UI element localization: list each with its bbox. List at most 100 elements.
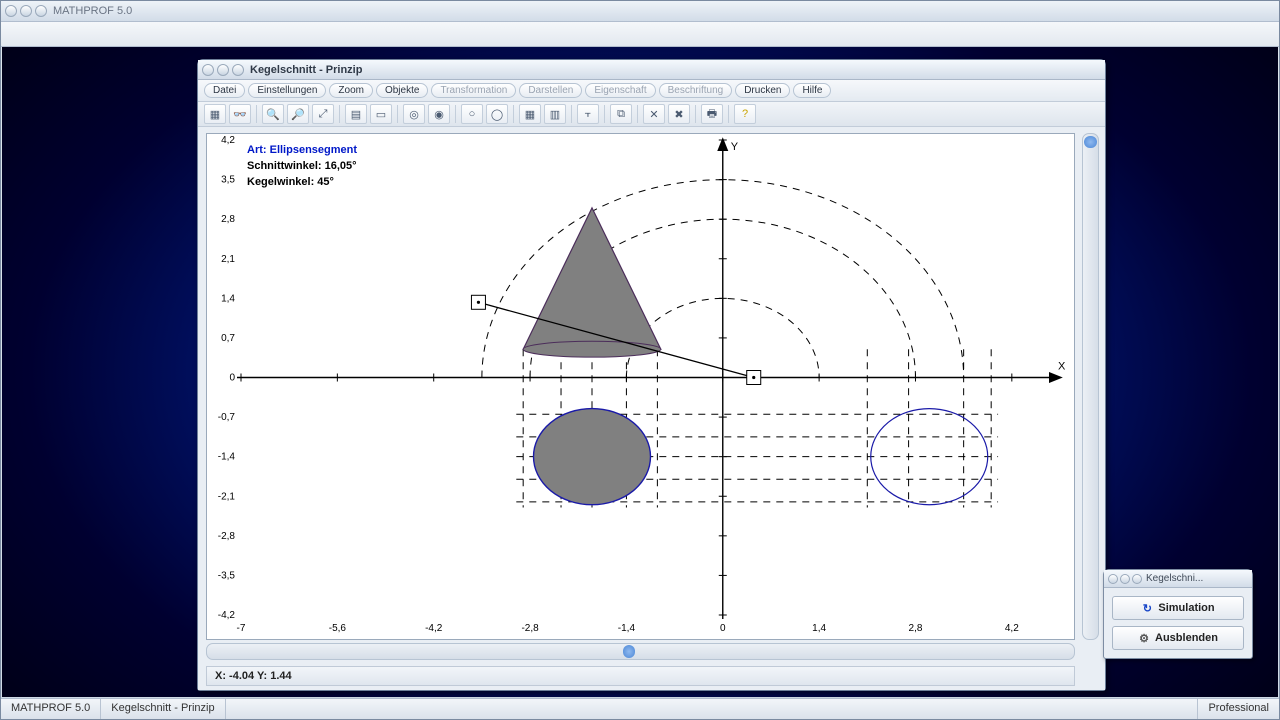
toolbar-separator (256, 105, 257, 123)
tool-circle-b-icon[interactable]: ◯ (486, 104, 508, 124)
toolbar-separator (604, 105, 605, 123)
svg-text:2,8: 2,8 (221, 214, 235, 225)
plot-info: Art: Ellipsensegment Schnittwinkel: 16,0… (247, 142, 357, 190)
toolbar-separator (728, 105, 729, 123)
panel-title: Kegelschni... (1146, 573, 1203, 584)
svg-text:-5,6: -5,6 (329, 623, 347, 634)
menu-drucken[interactable]: Drucken (735, 83, 790, 98)
tool-window-icon[interactable]: ▭ (370, 104, 392, 124)
window-control-button[interactable] (217, 64, 229, 76)
button-label: Ausblenden (1155, 632, 1218, 644)
svg-text:1,4: 1,4 (221, 293, 235, 304)
app-window: MATHPROF 5.0 Kegelschnitt - Prinzip Date… (0, 0, 1280, 720)
vertical-scrollbar[interactable] (1082, 133, 1099, 640)
svg-text:3,5: 3,5 (221, 175, 235, 186)
svg-text:1,4: 1,4 (812, 623, 826, 634)
scroll-thumb[interactable] (623, 645, 635, 658)
tool-copy-icon[interactable]: ⧉ (610, 104, 632, 124)
toolbar-separator (513, 105, 514, 123)
document-window: Kegelschnitt - Prinzip DateiEinstellunge… (197, 59, 1106, 691)
window-control-button[interactable] (20, 5, 32, 17)
window-controls[interactable] (202, 64, 244, 76)
svg-text:-1,4: -1,4 (618, 623, 636, 634)
menu-zoom[interactable]: Zoom (329, 83, 373, 98)
status-spacer (226, 699, 1198, 719)
tool-clear-a-icon[interactable]: ✕ (643, 104, 665, 124)
app-titlebar[interactable]: MATHPROF 5.0 (1, 1, 1279, 22)
svg-text:-3,5: -3,5 (218, 570, 236, 581)
svg-text:-7: -7 (237, 623, 246, 634)
svg-text:0,7: 0,7 (221, 333, 235, 344)
toolbar-separator (455, 105, 456, 123)
toolbar-separator (339, 105, 340, 123)
window-controls[interactable] (1108, 574, 1142, 584)
menu-beschriftung: Beschriftung (659, 83, 733, 98)
print-icon[interactable]: 🖶 (701, 104, 723, 124)
svg-text:X: X (1058, 361, 1066, 373)
svg-text:0: 0 (720, 623, 726, 634)
window-controls[interactable] (5, 5, 47, 17)
horizontal-scrollbar[interactable] (206, 643, 1075, 660)
svg-text:-4,2: -4,2 (425, 623, 443, 634)
document-titlebar[interactable]: Kegelschnitt - Prinzip (198, 60, 1105, 80)
menu-datei[interactable]: Datei (204, 83, 245, 98)
menu-objekte[interactable]: Objekte (376, 83, 428, 98)
plot-area: -4,2-3,5-2,8-2,1-1,4-0,700,71,42,12,83,5… (198, 127, 1105, 690)
window-control-button[interactable] (5, 5, 17, 17)
svg-text:-0,7: -0,7 (218, 412, 236, 423)
toolbar-separator (397, 105, 398, 123)
window-control-button[interactable] (1132, 574, 1142, 584)
svg-text:2,8: 2,8 (909, 623, 923, 634)
toolbar: ▦ 👓 🔍 🔎 ⤢ ▤ ▭ ◎ ◉ ○ ◯ ▦ ▥ ⫟ ⧉ ✕ ✖ (198, 102, 1105, 127)
window-control-button[interactable] (35, 5, 47, 17)
window-control-button[interactable] (1108, 574, 1118, 584)
zoom-out-icon[interactable]: 🔎 (287, 104, 309, 124)
panel-titlebar[interactable]: Kegelschni... (1104, 570, 1252, 588)
tool-circle-a-icon[interactable]: ○ (461, 104, 483, 124)
window-control-button[interactable] (202, 64, 214, 76)
menu-hilfe[interactable]: Hilfe (793, 83, 831, 98)
simulation-panel[interactable]: Kegelschni... ↻ Simulation ⚙ Ausblenden (1103, 569, 1253, 659)
zoom-in-icon[interactable]: 🔍 (262, 104, 284, 124)
svg-text:4,2: 4,2 (221, 135, 235, 146)
button-label: Simulation (1158, 602, 1214, 614)
tool-square-icon[interactable]: ▦ (204, 104, 226, 124)
tool-table-icon[interactable]: ▥ (544, 104, 566, 124)
menu-eigenschaft: Eigenschaft (585, 83, 655, 98)
tool-grid-icon[interactable]: ▦ (519, 104, 541, 124)
tool-target-b-icon[interactable]: ◉ (428, 104, 450, 124)
menubar: DateiEinstellungenZoomObjekteTransformat… (198, 80, 1105, 102)
menu-transformation: Transformation (431, 83, 516, 98)
tool-clear-b-icon[interactable]: ✖ (668, 104, 690, 124)
svg-text:-2,8: -2,8 (218, 531, 236, 542)
scroll-thumb[interactable] (1084, 136, 1097, 148)
simulation-button[interactable]: ↻ Simulation (1112, 596, 1244, 620)
toolbar-separator (695, 105, 696, 123)
menu-darstellen: Darstellen (519, 83, 582, 98)
status-bar: MATHPROF 5.0 Kegelschnitt - Prinzip Prof… (1, 698, 1279, 719)
tool-properties-icon[interactable]: ▤ (345, 104, 367, 124)
zoom-reset-icon[interactable]: ⤢ (312, 104, 334, 124)
hide-button[interactable]: ⚙ Ausblenden (1112, 626, 1244, 650)
svg-text:4,2: 4,2 (1005, 623, 1019, 634)
status-document: Kegelschnitt - Prinzip (101, 699, 225, 719)
panel-body: ↻ Simulation ⚙ Ausblenden (1104, 588, 1252, 658)
tool-chart-icon[interactable]: ⫟ (577, 104, 599, 124)
status-app: MATHPROF 5.0 (1, 699, 101, 719)
svg-text:Y: Y (731, 141, 739, 153)
toolbar-separator (637, 105, 638, 123)
tool-target-a-icon[interactable]: ◎ (403, 104, 425, 124)
window-control-button[interactable] (232, 64, 244, 76)
tool-binoculars-icon[interactable]: 👓 (229, 104, 251, 124)
menu-einstellungen[interactable]: Einstellungen (248, 83, 326, 98)
refresh-icon: ↻ (1141, 602, 1153, 614)
coordinate-readout: X: -4.04 Y: 1.44 (206, 666, 1075, 686)
gear-icon: ⚙ (1138, 632, 1150, 644)
help-icon[interactable]: ? (734, 104, 756, 124)
svg-text:0: 0 (229, 373, 235, 384)
window-control-button[interactable] (1120, 574, 1130, 584)
svg-text:2,1: 2,1 (221, 254, 235, 265)
document-title: Kegelschnitt - Prinzip (250, 64, 362, 76)
app-toolbar (1, 22, 1279, 47)
plot-canvas[interactable]: -4,2-3,5-2,8-2,1-1,4-0,700,71,42,12,83,5… (206, 133, 1075, 640)
